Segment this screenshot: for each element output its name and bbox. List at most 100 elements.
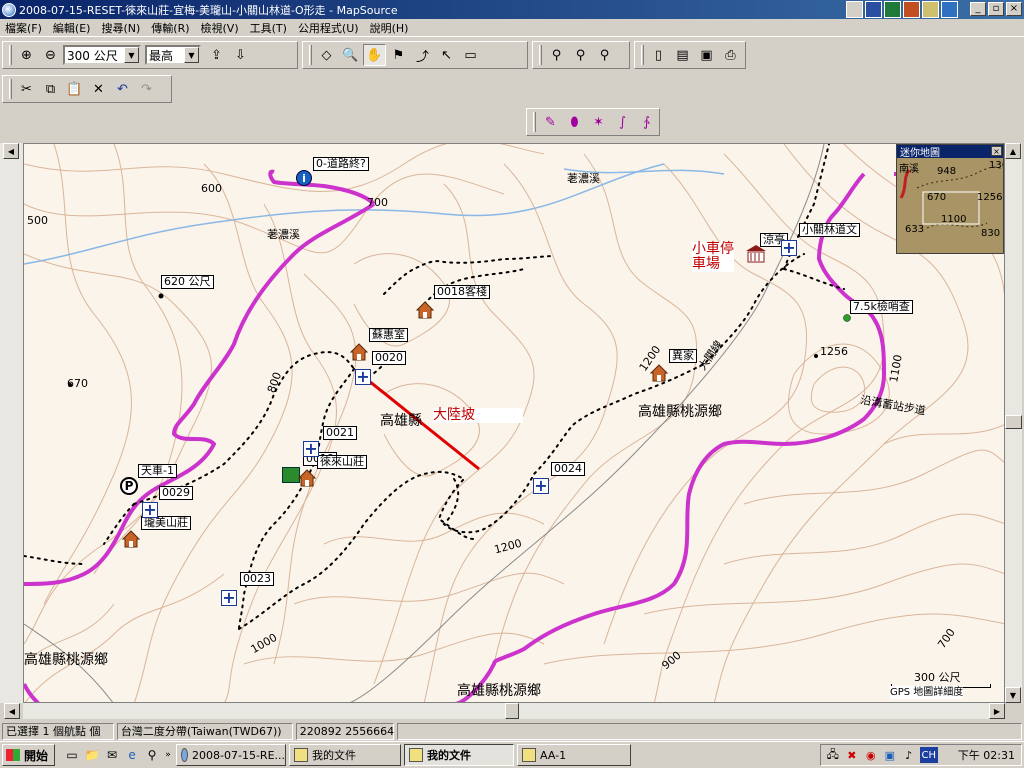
menu-edit[interactable]: 編輯(E) (48, 20, 97, 36)
track-join-icon[interactable]: ∫ (611, 111, 634, 133)
delete-icon[interactable]: ✕ (87, 78, 110, 100)
taskbar-item-mapsource[interactable]: 2008-07-15-RE... (176, 744, 287, 766)
menu-find[interactable]: 搜尋(N) (96, 20, 146, 36)
powerpoint-icon[interactable] (903, 1, 920, 18)
waypoint-tool-icon[interactable]: ⚑ (387, 44, 410, 66)
vertical-scroll-thumb[interactable] (1005, 415, 1022, 429)
print-icon[interactable]: ⎙ (719, 44, 742, 66)
first-aid-icon[interactable] (221, 590, 237, 606)
green-waypoint-dot[interactable] (843, 314, 851, 322)
first-aid-icon[interactable] (781, 240, 797, 256)
building-icon[interactable] (745, 244, 767, 264)
waypoint-label-0021[interactable]: 0021 (323, 426, 357, 440)
antivirus-icon[interactable]: ◉ (863, 747, 879, 763)
horizontal-scrollbar[interactable]: ▶ (23, 703, 1005, 719)
find-places-icon[interactable]: ⚲ (545, 44, 568, 66)
ie-icon[interactable]: e (123, 746, 141, 764)
network-icon[interactable]: 🖧 (825, 747, 841, 763)
paste-icon[interactable]: 📋 (63, 78, 86, 100)
mapsource-app-icon[interactable] (2, 2, 16, 17)
explorer-icon[interactable]: 📁 (83, 746, 101, 764)
menu-transfer[interactable]: 傳輸(R) (146, 20, 195, 36)
menu-view[interactable]: 檢視(V) (196, 20, 245, 36)
undo-icon[interactable]: ↶ (111, 78, 134, 100)
menu-file[interactable]: 檔案(F) (0, 20, 48, 36)
zoom-level-select[interactable]: 300 公尺 ▼ (63, 45, 141, 65)
waypoint-label-0029[interactable]: 0029 (159, 486, 193, 500)
eraser-icon[interactable]: ⬮ (563, 111, 586, 133)
find-nearest-icon[interactable]: ⚲ (569, 44, 592, 66)
vertical-scrollbar[interactable]: ▲ ▼ (1005, 143, 1022, 703)
outlook-icon[interactable]: ✉ (103, 746, 121, 764)
menu-tools[interactable]: 工具(T) (245, 20, 293, 36)
track-split-icon[interactable]: ✶ (587, 111, 610, 133)
search-icon[interactable] (922, 1, 939, 18)
word-icon[interactable] (865, 1, 882, 18)
start-button[interactable]: 開始 (2, 744, 56, 766)
scroll-left-bottom-icon[interactable]: ◀ (4, 703, 20, 719)
chevron-down-icon[interactable]: ▼ (184, 47, 199, 63)
volume-icon[interactable]: ♪ (901, 747, 917, 763)
taskbar-item-my-documents-2[interactable]: 我的文件 (404, 744, 515, 766)
elevation-label[interactable]: 620 公尺 (161, 275, 214, 289)
office-bar-icon[interactable] (846, 1, 863, 18)
hut-label[interactable]: 蘇惠室 (369, 328, 408, 342)
road-end-label[interactable]: 0-道路終? (313, 157, 369, 171)
scroll-up-icon[interactable]: ▲ (1005, 143, 1021, 159)
cut-icon[interactable]: ✂ (15, 78, 38, 100)
mini-map-close-icon[interactable]: × (991, 146, 1002, 156)
menu-utilities[interactable]: 公用程式(U) (293, 20, 365, 36)
lodge-icon[interactable] (649, 364, 669, 382)
ie-icon[interactable] (941, 1, 958, 18)
menu-help[interactable]: 說明(H) (365, 20, 415, 36)
send-to-device-icon[interactable]: ⇪ (205, 44, 228, 66)
redo-icon[interactable]: ↷ (135, 78, 158, 100)
waypoint-label-0024[interactable]: 0024 (551, 462, 585, 476)
minimize-button[interactable]: _ (970, 2, 986, 16)
horizontal-scroll-thumb[interactable] (505, 703, 519, 719)
mini-map-canvas[interactable]: 948 136 670 1256 1100 633 830 南溪 (897, 158, 1003, 253)
route-tool-icon[interactable]: ⤴ (411, 44, 434, 66)
lodge-icon[interactable] (349, 343, 369, 361)
tianche-label[interactable]: 天車-1 (138, 464, 177, 478)
xiaoguanshan-label[interactable]: 小關林道文 (799, 223, 860, 237)
close-button[interactable]: × (1006, 2, 1022, 16)
language-icon[interactable]: CH (919, 747, 938, 763)
alert-icon[interactable]: ✖ (844, 747, 860, 763)
parking-lot-label[interactable]: 小車停 車場 (692, 242, 734, 272)
lodge-icon[interactable] (297, 469, 317, 487)
yijia-label[interactable]: 異家 (669, 349, 697, 363)
zoom-in-icon[interactable]: ⊕ (15, 44, 38, 66)
dalupo-label[interactable]: 大陸坡 (433, 408, 523, 423)
waypoint-label-0018[interactable]: 0018客棧 (434, 285, 490, 299)
first-aid-icon[interactable] (142, 502, 158, 518)
guard-post-label[interactable]: 7.5k檢哨查 (850, 300, 913, 314)
waypoint-label-0023[interactable]: 0023 (240, 572, 274, 586)
save-icon[interactable]: ▣ (695, 44, 718, 66)
mini-map-panel[interactable]: 迷你地圖 × 948 136 670 1256 1100 633 830 南溪 (896, 144, 1004, 254)
waypoint-label-0020[interactable]: 0020 (372, 351, 406, 365)
first-aid-icon[interactable] (533, 478, 549, 494)
lailai-lodge-label[interactable]: 徠來山莊 (317, 455, 367, 469)
taskbar-item-my-documents-1[interactable]: 我的文件 (289, 744, 402, 766)
first-aid-icon[interactable] (355, 369, 371, 385)
select-map-icon[interactable]: ◇ (315, 44, 338, 66)
scroll-right-icon[interactable]: ▶ (989, 703, 1005, 719)
chevron-right-icon[interactable]: » (163, 746, 173, 764)
maximize-button[interactable]: ▫ (988, 2, 1004, 16)
zoom-tool-icon[interactable]: 🔍 (339, 44, 362, 66)
pencil-icon[interactable]: ✎ (539, 111, 562, 133)
detail-level-select[interactable]: 最高 ▼ (145, 45, 201, 65)
measure-tool-icon[interactable]: ▭ (459, 44, 482, 66)
taskbar-item-aa-1[interactable]: AA-1 (517, 744, 632, 766)
track-filter-icon[interactable]: ∱ (635, 111, 658, 133)
scroll-down-icon[interactable]: ▼ (1005, 687, 1021, 703)
lodge-icon[interactable] (121, 530, 141, 548)
copy-icon[interactable]: ⧉ (39, 78, 62, 100)
find-recent-icon[interactable]: ⚲ (593, 44, 616, 66)
first-aid-icon[interactable] (303, 441, 319, 457)
excel-icon[interactable] (884, 1, 901, 18)
new-file-icon[interactable]: ▯ (647, 44, 670, 66)
info-icon[interactable]: i (296, 170, 312, 186)
show-desktop-icon[interactable]: ▭ (63, 746, 81, 764)
